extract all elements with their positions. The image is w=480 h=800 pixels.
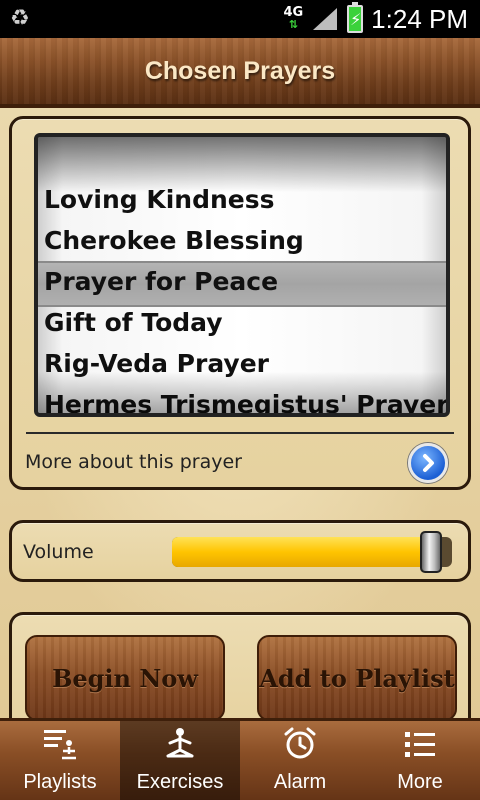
alarm-clock-icon [281,725,319,763]
tab-label: More [397,771,443,793]
more-about-label[interactable]: More about this prayer [25,451,242,473]
tab-label: Playlists [23,771,97,793]
status-time: 1:24 PM [371,3,468,34]
volume-thumb[interactable] [420,531,442,573]
network-indicator: 4G ⇅ [283,6,303,31]
picker-item[interactable]: Rig-Veda Prayer [44,343,269,384]
bottom-tab-bar: Playlists Exercises Alarm More [0,718,480,800]
prayer-picker[interactable]: Loving Kindness Cherokee Blessing Prayer… [34,133,450,417]
more-info-button[interactable] [408,443,448,483]
data-arrows-icon: ⇅ [288,18,298,31]
tab-alarm[interactable]: Alarm [240,721,360,800]
picker-item[interactable]: Loving Kindness [44,179,275,220]
tab-label: Alarm [273,771,327,793]
begin-now-button[interactable]: Begin Now [25,635,225,721]
begin-now-label: Begin Now [52,663,198,693]
list-icon [401,725,439,763]
status-bar: ♻ 4G ⇅ ⚡ 1:24 PM [0,0,480,38]
add-to-playlist-button[interactable]: Add to Playlist [257,635,457,721]
prayer-picker-panel: Loving Kindness Cherokee Blessing Prayer… [9,116,471,490]
chevron-right-icon [423,454,434,472]
actions-panel: Begin Now Add to Playlist [9,612,471,732]
tab-exercises[interactable]: Exercises [120,721,240,800]
picker-item-selected[interactable]: Prayer for Peace [44,261,278,302]
volume-fill [172,537,431,567]
signal-icon [311,6,339,32]
add-to-playlist-label: Add to Playlist [259,663,455,693]
picker-item[interactable]: Hermes Trismegistus' Prayer [44,384,446,413]
volume-slider[interactable] [172,531,452,573]
meditation-figure-icon [161,725,199,763]
volume-panel: Volume [9,520,471,582]
playlist-meditation-icon [41,725,79,763]
recycle-icon: ♻ [10,6,30,31]
volume-label: Volume [23,541,94,563]
picker-item[interactable]: Cherokee Blessing [44,220,304,261]
tab-label: Exercises [136,771,224,793]
tab-playlists[interactable]: Playlists [0,721,120,800]
picker-item[interactable]: Gift of Today [44,302,223,343]
app-header: Chosen Prayers [0,38,480,108]
tab-more[interactable]: More [360,721,480,800]
page-title: Chosen Prayers [144,56,336,85]
battery-charging-icon: ⚡ [347,2,364,33]
divider [26,432,454,434]
